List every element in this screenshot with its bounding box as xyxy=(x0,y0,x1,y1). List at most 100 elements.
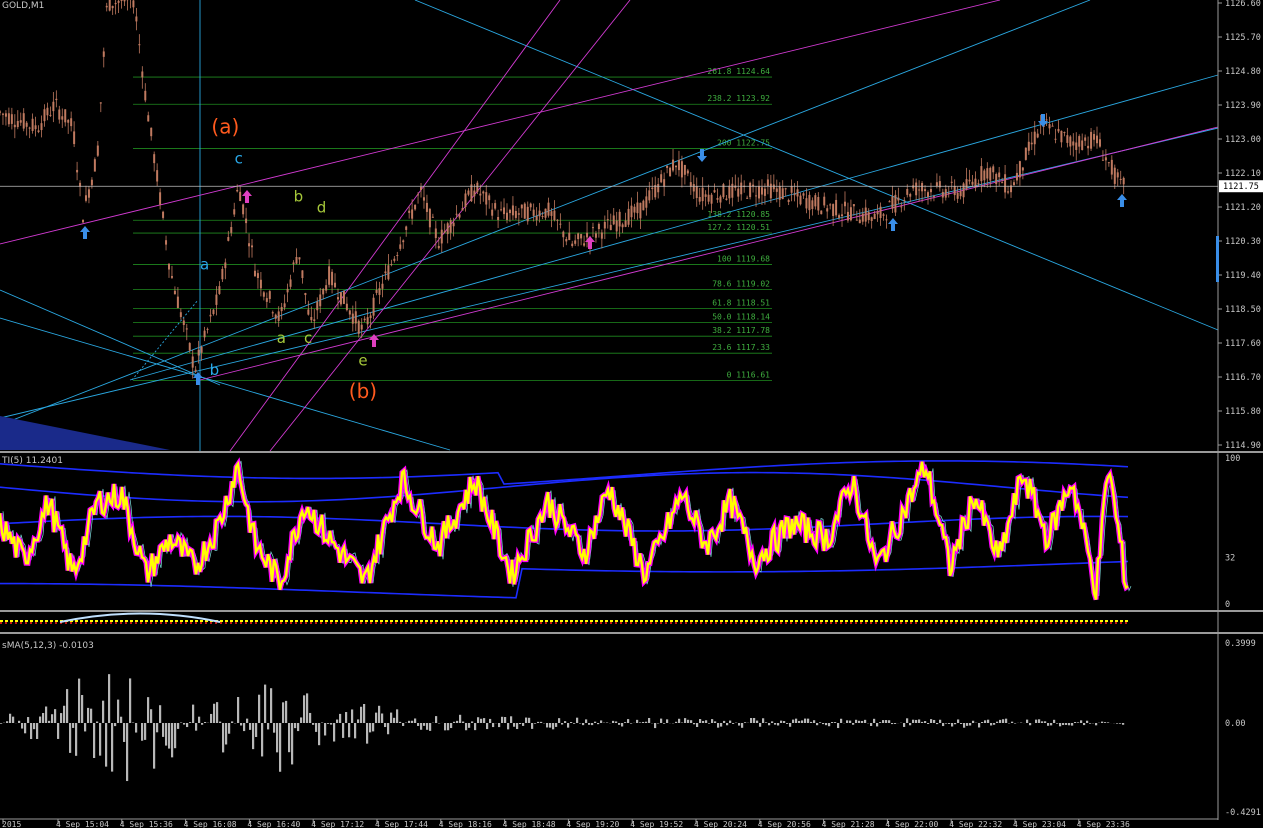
histogram-bar xyxy=(120,716,123,723)
histogram-bar xyxy=(450,723,453,729)
histogram-bar xyxy=(102,700,105,723)
histogram-bar xyxy=(33,723,36,730)
histogram-bar xyxy=(936,723,939,725)
candle-body xyxy=(992,166,995,173)
histogram-bar xyxy=(852,723,855,725)
histogram-bar xyxy=(453,721,456,723)
candle-body xyxy=(1090,131,1093,149)
histogram-bar xyxy=(885,720,888,723)
candle-body xyxy=(618,211,621,227)
candle-body xyxy=(627,208,630,225)
candle-body xyxy=(319,294,322,307)
candle-body xyxy=(820,210,823,215)
candle-body xyxy=(414,204,417,210)
candle-body xyxy=(313,319,316,321)
candle-body xyxy=(1030,142,1033,145)
fib-level-label: 78.6 1119.02 xyxy=(712,279,770,288)
histogram-scale-label: -0.4291 xyxy=(1225,808,1261,818)
histogram-bar xyxy=(1116,723,1119,724)
candle-body xyxy=(138,44,141,46)
time-tick-label: 4 Sep 21:28 xyxy=(822,820,875,828)
candle-body xyxy=(707,194,710,202)
histogram-bar xyxy=(834,722,837,723)
histogram-bar xyxy=(129,678,132,723)
histogram-bar xyxy=(765,722,768,723)
candle-body xyxy=(384,271,387,274)
candle-body xyxy=(73,131,76,145)
histogram-bar xyxy=(576,717,579,723)
candle-body xyxy=(846,211,849,221)
histogram-bar xyxy=(888,720,891,723)
candle-body xyxy=(956,192,959,199)
pane-separator-2 xyxy=(0,610,1263,612)
candle-body xyxy=(1069,136,1072,147)
histogram-bar xyxy=(186,723,189,728)
histogram-bar xyxy=(18,720,21,723)
histogram-bar xyxy=(426,723,429,730)
histogram-bar xyxy=(984,720,987,723)
candle-body xyxy=(1075,142,1078,150)
histogram-bar xyxy=(348,723,351,738)
candle-body xyxy=(147,115,150,122)
candle-body xyxy=(82,220,85,223)
candle-body xyxy=(565,238,568,242)
candle-body xyxy=(322,289,325,295)
candle-body xyxy=(553,210,556,221)
histogram-bar xyxy=(0,723,3,724)
candle-body xyxy=(918,189,921,191)
histogram-bar xyxy=(444,723,447,731)
histogram-bar xyxy=(180,722,183,723)
fib-level-label: 261.8 1124.64 xyxy=(707,67,770,76)
candle-body xyxy=(1051,125,1054,127)
candle-body xyxy=(292,262,295,265)
candle-body xyxy=(1104,157,1107,161)
candle-body xyxy=(336,297,339,300)
histogram-bar xyxy=(465,723,468,731)
candle-body xyxy=(301,270,304,279)
histogram-bar xyxy=(942,723,945,727)
histogram-bar xyxy=(336,719,339,723)
histogram-bar xyxy=(468,723,471,728)
candle-body xyxy=(1015,172,1018,181)
histogram-bar xyxy=(1014,723,1017,724)
histogram-bar xyxy=(927,723,930,724)
histogram-bar xyxy=(1080,720,1083,723)
candle-body xyxy=(556,219,559,221)
candle-body xyxy=(740,182,743,195)
candle-body xyxy=(826,208,829,212)
trading-chart[interactable]: 261.8 1124.64238.2 1123.92200 1122.75138… xyxy=(0,0,1263,828)
histogram-bar xyxy=(123,723,126,742)
histogram-bar xyxy=(477,717,480,723)
histogram-bar xyxy=(9,713,12,723)
candle-body xyxy=(331,271,334,286)
fib-level-label: 50.0 1118.14 xyxy=(712,313,770,322)
histogram-bar xyxy=(249,723,252,730)
candle-body xyxy=(775,188,778,192)
candle-body xyxy=(7,113,10,125)
candle-body xyxy=(1004,174,1007,193)
candle-body xyxy=(1063,132,1066,134)
histogram-bar xyxy=(912,719,915,723)
scroll-marker xyxy=(1216,236,1219,282)
histogram-bar xyxy=(399,721,402,723)
candle-body xyxy=(215,294,218,305)
candle-body xyxy=(704,194,707,197)
histogram-bar xyxy=(264,684,267,723)
histogram-bar xyxy=(918,719,921,723)
candle-body xyxy=(713,190,716,193)
histogram-bar xyxy=(261,723,264,757)
histogram-bar xyxy=(639,722,642,723)
histogram-bar xyxy=(714,721,717,723)
histogram-bar xyxy=(870,723,873,726)
candle-body xyxy=(212,309,215,314)
histogram-bar xyxy=(726,723,729,726)
candle-body xyxy=(796,189,799,197)
histogram-bar xyxy=(84,723,87,732)
time-tick-label: 4 Sep 18:16 xyxy=(439,820,492,828)
histogram-bar xyxy=(72,723,75,728)
histogram-bar xyxy=(87,707,90,723)
histogram-bar xyxy=(216,702,219,723)
candle-body xyxy=(511,205,514,216)
fib-level-label: 38.2 1117.78 xyxy=(712,326,770,335)
candle-body xyxy=(802,193,805,196)
